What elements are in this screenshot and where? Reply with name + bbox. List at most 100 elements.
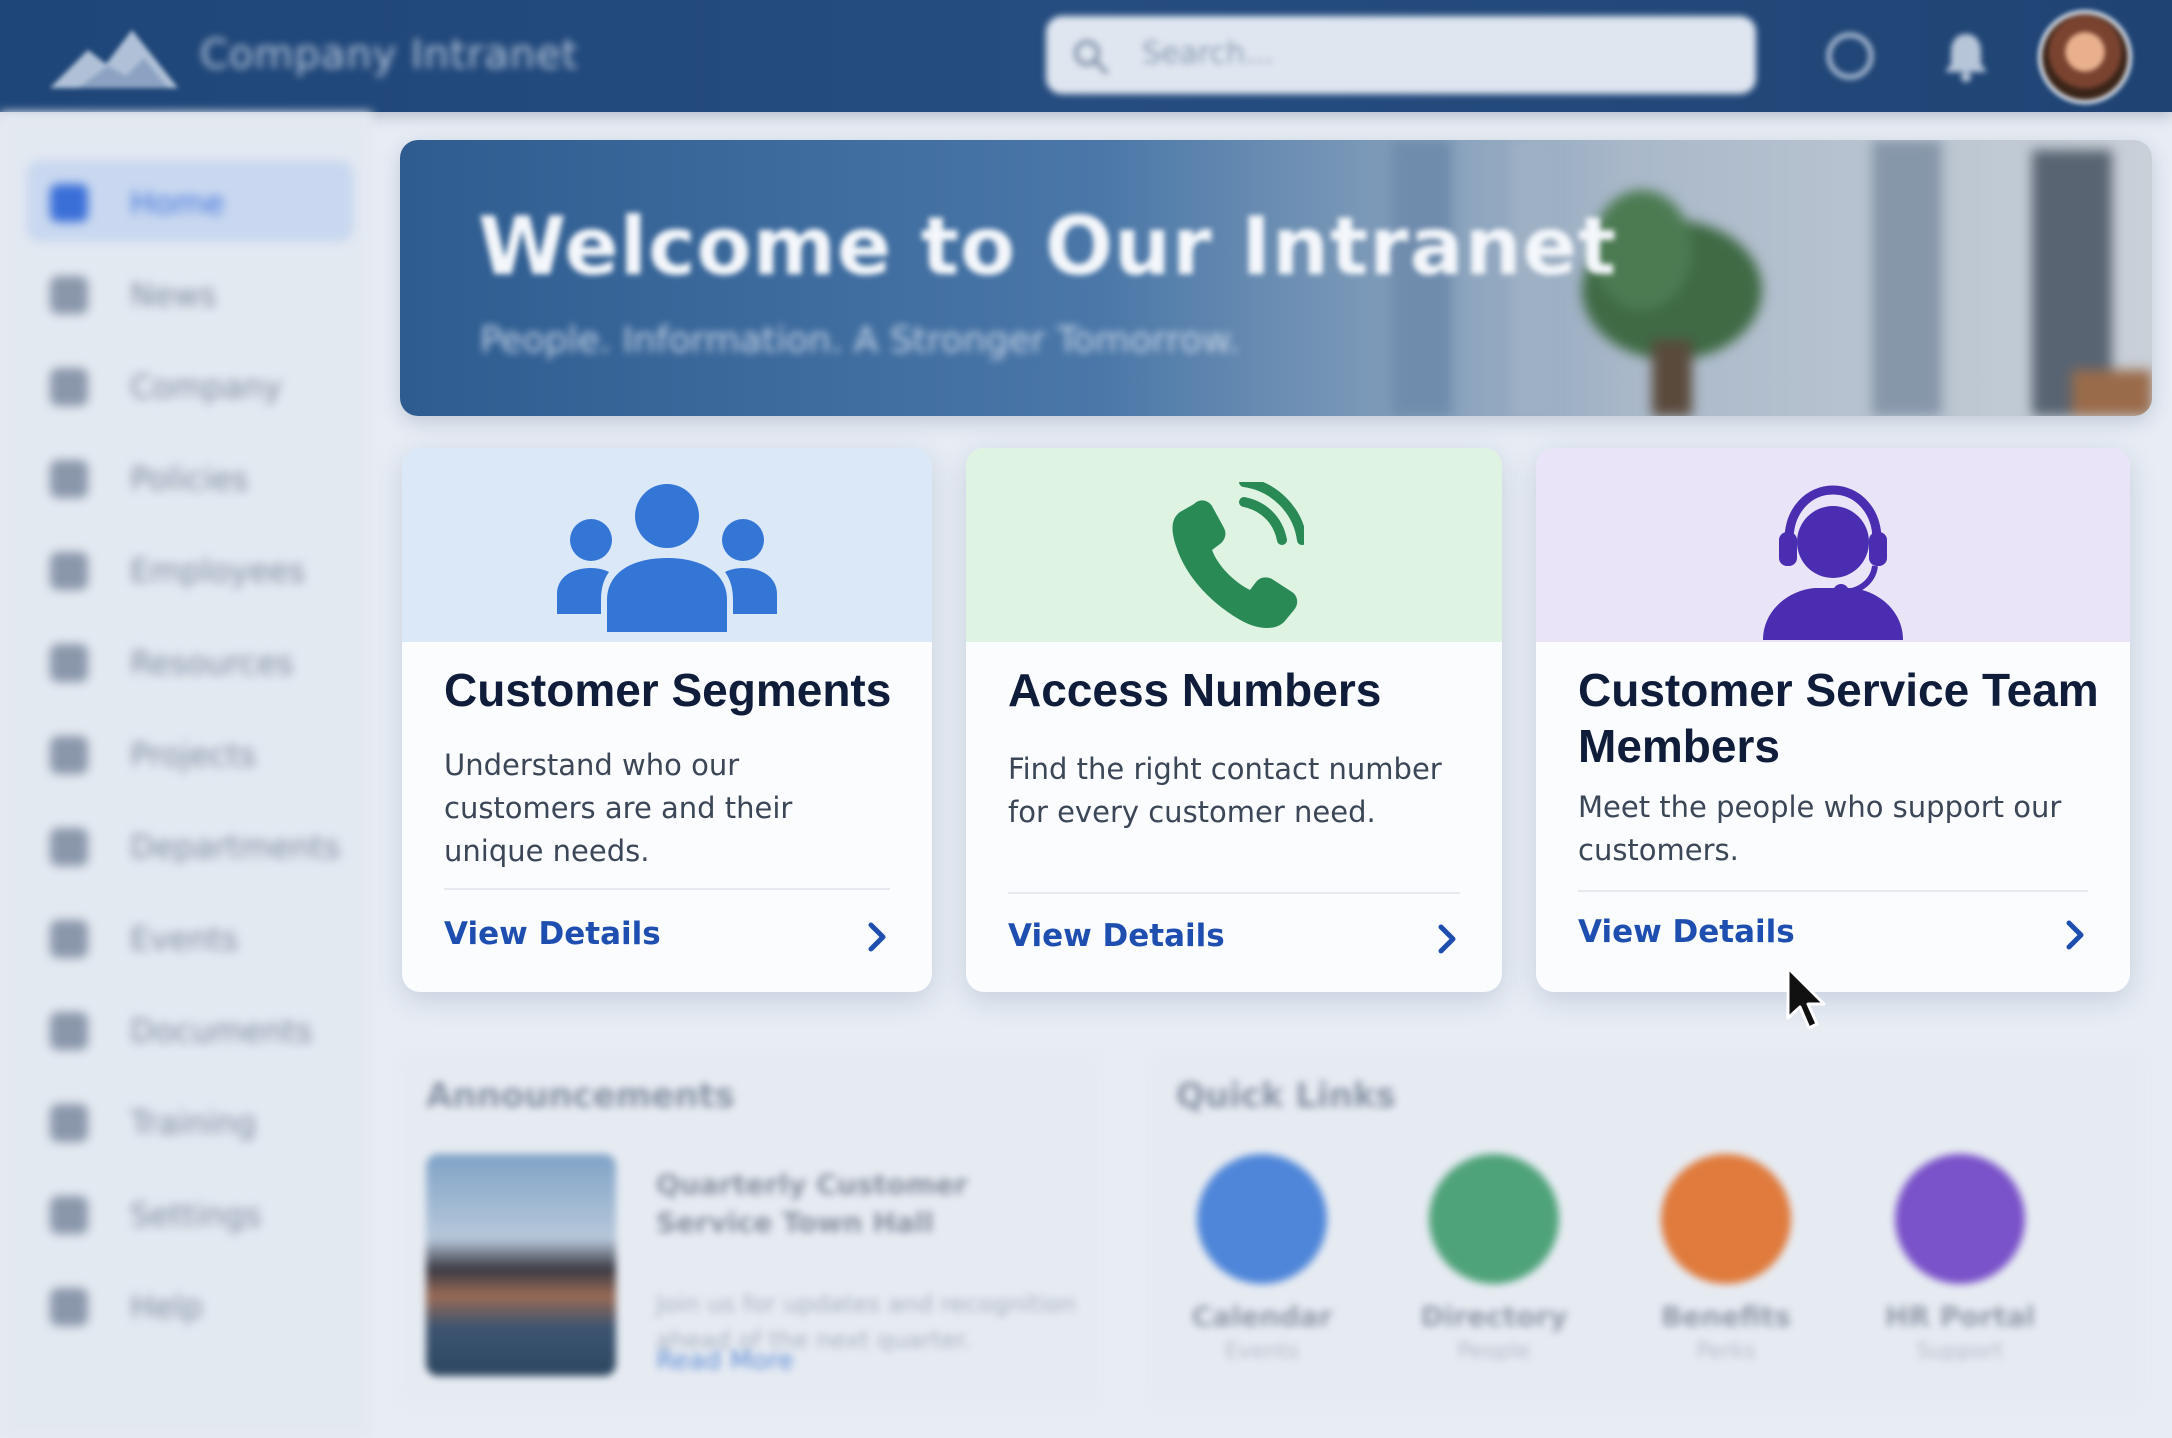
- calendar-icon: [1197, 1154, 1327, 1284]
- sidebar-item-projects[interactable]: Projects: [26, 712, 354, 794]
- departments-icon: [50, 828, 88, 866]
- events-icon: [50, 920, 88, 958]
- announcements-title: Announcements: [426, 1076, 735, 1116]
- search-icon: [1074, 40, 1108, 74]
- headset-agent-icon: [1763, 485, 1903, 640]
- policies-icon: [50, 460, 88, 498]
- sidebar-item-label: Employees: [130, 552, 306, 590]
- chevron-right-icon[interactable]: [860, 920, 894, 954]
- quick-link-hr-portal[interactable]: HR Portal Support: [1870, 1154, 2050, 1364]
- quick-link-sub: Support: [1916, 1339, 2004, 1364]
- card-divider: [1578, 890, 2088, 892]
- quick-link-sub: Perks: [1696, 1339, 1756, 1364]
- resources-icon: [50, 644, 88, 682]
- help-icon: [50, 1288, 88, 1326]
- sidebar-item-label: Projects: [130, 736, 257, 774]
- card-description: Understand who our customers are and the…: [444, 748, 793, 868]
- sidebar-item-training[interactable]: Training: [26, 1080, 354, 1162]
- sidebar-item-label: Company: [130, 368, 283, 406]
- sidebar-item-departments[interactable]: Departments: [26, 804, 354, 886]
- sidebar-item-label: Resources: [130, 644, 294, 682]
- card-description: Find the right contact number for every …: [1008, 752, 1442, 829]
- sidebar-item-label: Help: [130, 1288, 203, 1326]
- sidebar-item-label: Settings: [130, 1196, 262, 1234]
- top-bar: Company Intranet Search...: [0, 0, 2172, 112]
- sidebar-item-settings[interactable]: Settings: [26, 1172, 354, 1254]
- sidebar-item-home[interactable]: Home: [26, 160, 354, 242]
- mouse-cursor-icon: [1786, 966, 1826, 1030]
- search-bar[interactable]: Search...: [1046, 16, 1756, 94]
- search-input[interactable]: Search...: [1142, 36, 1274, 71]
- quick-link-label: Directory: [1420, 1300, 1568, 1333]
- sidebar-item-resources[interactable]: Resources: [26, 620, 354, 702]
- view-details-link[interactable]: View Details: [1008, 918, 1225, 954]
- view-details-link[interactable]: View Details: [1578, 914, 1795, 950]
- announcement-read-more-link[interactable]: Read More: [656, 1346, 794, 1376]
- quick-link-calendar[interactable]: Calendar Events: [1172, 1154, 1352, 1364]
- user-avatar[interactable]: [2038, 10, 2132, 104]
- projects-icon: [50, 736, 88, 774]
- sidebar-item-news[interactable]: News: [26, 252, 354, 334]
- directory-icon: [1429, 1154, 1559, 1284]
- chevron-right-icon[interactable]: [1430, 922, 1464, 956]
- hero-banner: Welcome to Our Intranet People. Informat…: [400, 140, 2152, 416]
- home-icon: [50, 184, 88, 222]
- sidebar: Home News Company Policies Employees Res…: [0, 112, 372, 1438]
- sidebar-item-label: Documents: [130, 1012, 313, 1050]
- quick-link-sub: People: [1457, 1339, 1531, 1364]
- quick-link-directory[interactable]: Directory People: [1404, 1154, 1584, 1364]
- quick-link-label: Calendar: [1191, 1300, 1333, 1333]
- card-access-numbers[interactable]: Access Numbers Find the right contact nu…: [966, 448, 1502, 992]
- settings-icon: [50, 1196, 88, 1234]
- bell-icon[interactable]: [1938, 28, 1994, 84]
- sidebar-item-label: Events: [130, 920, 239, 958]
- sidebar-item-label: Home: [130, 184, 225, 222]
- sidebar-item-help[interactable]: Help: [26, 1264, 354, 1346]
- sidebar-item-label: News: [130, 276, 217, 314]
- card-band: [402, 448, 932, 642]
- sidebar-item-label: Departments: [130, 828, 341, 866]
- help-icon[interactable]: [1822, 28, 1878, 84]
- sidebar-item-label: Training: [130, 1104, 257, 1142]
- announcements-panel: Announcements Quarterly Customer Service…: [396, 1050, 1104, 1410]
- card-customer-segments[interactable]: Customer Segments Understand who our cus…: [402, 448, 932, 992]
- announcement-image[interactable]: [426, 1154, 616, 1376]
- phone-icon: [1172, 482, 1304, 628]
- company-icon: [50, 368, 88, 406]
- quick-link-benefits[interactable]: Benefits Perks: [1636, 1154, 1816, 1364]
- hero-subtitle: People. Information. A Stronger Tomorrow…: [480, 320, 1240, 361]
- sidebar-item-company[interactable]: Company: [26, 344, 354, 426]
- card-title: Customer Segments: [444, 664, 892, 716]
- sidebar-item-policies[interactable]: Policies: [26, 436, 354, 518]
- news-icon: [50, 276, 88, 314]
- customer-segments-icon: [557, 484, 777, 632]
- quick-links-title: Quick Links: [1176, 1076, 1396, 1116]
- sidebar-item-documents[interactable]: Documents: [26, 988, 354, 1070]
- quick-link-label: Benefits: [1660, 1300, 1792, 1333]
- card-customer-service-team[interactable]: Customer Service Team Members Meet the p…: [1536, 448, 2130, 992]
- card-description: Meet the people who support our customer…: [1578, 790, 2062, 867]
- card-title: Customer Service Team Members: [1578, 664, 2099, 772]
- hr-portal-icon: [1895, 1154, 2025, 1284]
- documents-icon: [50, 1012, 88, 1050]
- quick-links-panel: Quick Links Calendar Events Directory Pe…: [1146, 1050, 2146, 1410]
- card-band: [1536, 448, 2130, 642]
- quick-link-label: HR Portal: [1884, 1300, 2036, 1333]
- app-title[interactable]: Company Intranet: [200, 32, 578, 78]
- sidebar-item-employees[interactable]: Employees: [26, 528, 354, 610]
- card-divider: [1008, 892, 1460, 894]
- chevron-right-icon[interactable]: [2058, 918, 2092, 952]
- employees-icon: [50, 552, 88, 590]
- card-title: Access Numbers: [1008, 664, 1382, 716]
- card-divider: [444, 888, 890, 890]
- mountain-logo-icon[interactable]: [48, 22, 180, 92]
- announcement-headline[interactable]: Quarterly Customer Service Town Hall: [656, 1166, 1056, 1242]
- card-band: [966, 448, 1502, 642]
- sidebar-item-events[interactable]: Events: [26, 896, 354, 978]
- sidebar-item-label: Policies: [130, 460, 249, 498]
- training-icon: [50, 1104, 88, 1142]
- view-details-link[interactable]: View Details: [444, 916, 661, 952]
- quick-link-sub: Events: [1224, 1339, 1300, 1364]
- hero-title: Welcome to Our Intranet: [478, 200, 1618, 293]
- benefits-icon: [1661, 1154, 1791, 1284]
